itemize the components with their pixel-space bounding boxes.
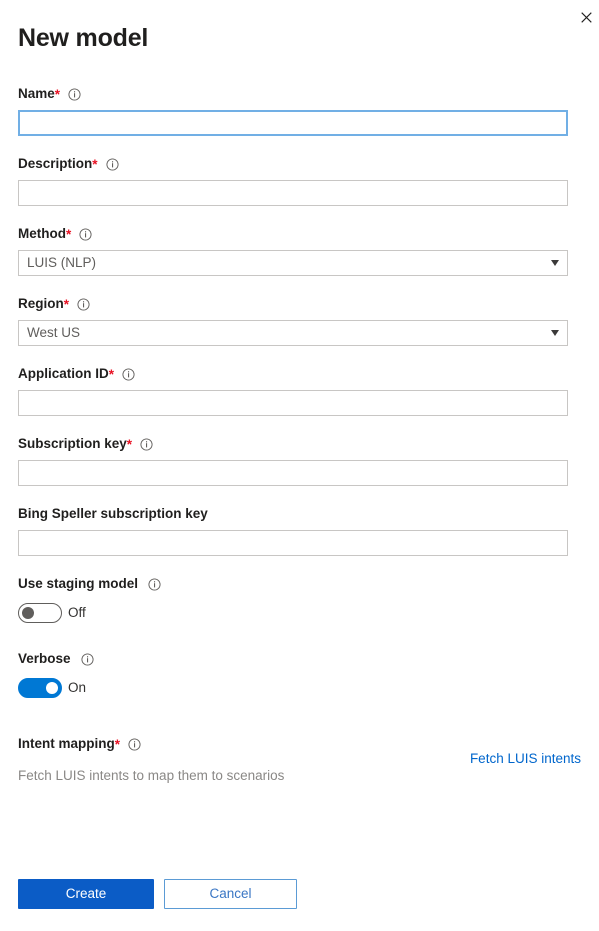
field-label: Verbose — [18, 651, 71, 666]
required-asterisk: * — [63, 296, 70, 312]
info-glyph — [105, 157, 119, 171]
field-description: Description * — [18, 154, 568, 206]
verbose-toggle[interactable] — [18, 678, 62, 698]
toggle-knob — [46, 682, 58, 694]
bing-speller-key-input[interactable] — [18, 530, 568, 556]
toggle-state-label: On — [68, 680, 87, 695]
field-label: Method — [18, 226, 66, 241]
info-glyph — [80, 652, 94, 666]
intent-mapping-hint: Fetch LUIS intents to map them to scenar… — [18, 768, 285, 783]
required-asterisk: * — [114, 736, 121, 752]
info-glyph — [148, 577, 161, 591]
label-row-use-staging-model: Use staging model — [18, 574, 568, 594]
toggle-knob — [22, 607, 34, 619]
label-row-description: Description * — [18, 154, 568, 174]
name-input[interactable] — [18, 110, 568, 136]
verbose-toggle-row: On — [18, 678, 568, 698]
close-icon[interactable] — [575, 6, 597, 28]
create-button[interactable]: Create — [18, 879, 154, 909]
field-label: Application ID — [18, 366, 109, 381]
label-row-application-id: Application ID * — [18, 364, 568, 384]
close-glyph — [580, 11, 592, 23]
field-label: Use staging model — [18, 576, 139, 591]
field-label: Bing Speller subscription key — [18, 506, 208, 521]
label-row-method: Method * — [18, 224, 568, 244]
field-verbose: Verbose On — [18, 649, 568, 698]
field-application-id: Application ID * — [18, 364, 568, 416]
required-asterisk: * — [66, 226, 72, 242]
field-bing-speller-key: Bing Speller subscription key — [18, 504, 568, 556]
info-glyph — [128, 737, 141, 751]
required-asterisk: * — [126, 436, 133, 452]
info-glyph — [77, 297, 90, 311]
info-icon[interactable] — [79, 227, 92, 241]
required-asterisk: * — [54, 86, 61, 102]
info-icon[interactable] — [140, 437, 153, 451]
use-staging-model-toggle[interactable] — [18, 603, 62, 623]
info-icon[interactable] — [105, 157, 119, 171]
new-model-form: Name * Description * Method * LUIS (NLP)… — [18, 84, 568, 785]
field-use-staging-model: Use staging model Off — [18, 574, 568, 623]
field-label: Subscription key — [18, 436, 127, 451]
info-icon[interactable] — [148, 577, 161, 591]
field-label: Intent mapping — [18, 736, 115, 751]
info-icon[interactable] — [68, 87, 81, 101]
field-name: Name * — [18, 84, 568, 136]
info-glyph — [122, 367, 135, 381]
info-icon[interactable] — [128, 737, 141, 751]
required-asterisk: * — [92, 156, 98, 172]
field-label: Description — [18, 156, 93, 171]
region-select-value[interactable]: West US — [18, 320, 568, 346]
field-subscription-key: Subscription key * — [18, 434, 568, 486]
info-glyph — [68, 87, 81, 101]
info-icon[interactable] — [122, 367, 135, 381]
footer-actions: Create Cancel — [18, 879, 297, 909]
required-asterisk: * — [108, 366, 115, 382]
info-glyph — [79, 227, 92, 241]
field-label: Region — [18, 296, 64, 311]
info-icon[interactable] — [80, 652, 94, 666]
fetch-luis-intents-link[interactable]: Fetch LUIS intents — [470, 750, 581, 768]
toggle-state-label: Off — [68, 605, 86, 620]
new-model-panel: New model Name * Description * Method * … — [0, 0, 599, 931]
description-input[interactable] — [18, 180, 568, 206]
field-label: Name — [18, 86, 55, 101]
field-method: Method * LUIS (NLP) — [18, 224, 568, 276]
info-icon[interactable] — [77, 297, 90, 311]
cancel-button[interactable]: Cancel — [164, 879, 297, 909]
method-select[interactable]: LUIS (NLP) — [18, 250, 568, 276]
label-row-region: Region * — [18, 294, 568, 314]
region-select[interactable]: West US — [18, 320, 568, 346]
field-region: Region * West US — [18, 294, 568, 346]
label-row-bing-speller-key: Bing Speller subscription key — [18, 504, 568, 524]
subscription-key-input[interactable] — [18, 460, 568, 486]
use-staging-model-toggle-row: Off — [18, 603, 568, 623]
page-title: New model — [18, 24, 149, 52]
label-row-verbose: Verbose — [18, 649, 568, 669]
info-glyph — [140, 437, 153, 451]
label-row-name: Name * — [18, 84, 568, 104]
application-id-input[interactable] — [18, 390, 568, 416]
label-row-subscription-key: Subscription key * — [18, 434, 568, 454]
method-select-value[interactable]: LUIS (NLP) — [18, 250, 568, 276]
